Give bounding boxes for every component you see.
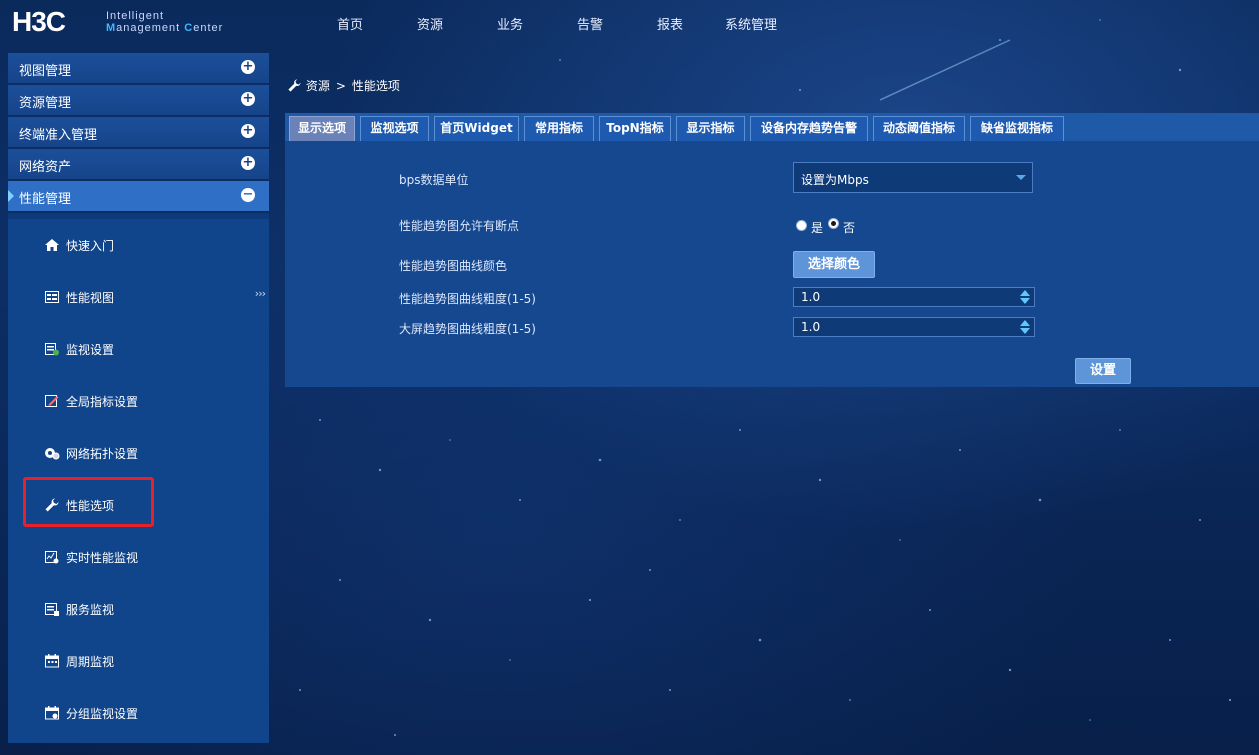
sidebar-item-label: 网络拓扑设置	[66, 447, 139, 461]
logo-line1: Intelligent	[106, 10, 165, 22]
sidebar-item-label: 监视设置	[66, 343, 115, 357]
curve-color-label: 性能趋势图曲线颜色	[399, 259, 508, 273]
breadcrumb-root[interactable]: 资源	[306, 79, 330, 93]
radio-yes[interactable]	[796, 220, 807, 231]
sidebar-section-assets[interactable]: 网络资产 +	[8, 149, 269, 181]
curve-width-label: 性能趋势图曲线粗度(1-5)	[399, 292, 536, 306]
sidebar: 视图管理 + 资源管理 + 终端准入管理 + 网络资产 + 性能管理 − 快速入…	[8, 53, 269, 743]
tab-default-monitor[interactable]: 缺省监视指标	[970, 116, 1064, 141]
spin-down-icon[interactable]	[1020, 328, 1030, 334]
tab-home-widget[interactable]: 首页Widget	[434, 116, 519, 141]
sidebar-section-label: 网络资产	[19, 160, 72, 175]
sidebar-item-label: 实时性能监视	[66, 551, 139, 565]
sidebar-section-view[interactable]: 视图管理 +	[8, 53, 269, 85]
service-icon	[45, 603, 59, 616]
logo-wordmark: H3C	[12, 6, 66, 37]
sidebar-section-label: 性能管理	[19, 192, 72, 207]
tab-topn-metrics[interactable]: TopN指标	[599, 116, 671, 141]
plus-icon[interactable]: +	[241, 156, 255, 170]
tab-common-metrics[interactable]: 常用指标	[524, 116, 594, 141]
logo-subtitle: Intelligent Management Center	[106, 10, 223, 34]
plus-icon[interactable]: +	[241, 92, 255, 106]
sidebar-section-label: 终端准入管理	[19, 128, 98, 143]
realtime-icon	[45, 551, 59, 564]
sidebar-item-group-monitor[interactable]: 分组监视设置	[8, 693, 269, 733]
sidebar-item-label: 性能视图	[66, 291, 115, 305]
spin-up-icon[interactable]	[1020, 320, 1030, 326]
sidebar-item-label: 分组监视设置	[66, 707, 139, 721]
breadcrumb-current: 性能选项	[351, 79, 400, 93]
view-icon	[45, 291, 59, 303]
sidebar-item-label: 服务监视	[66, 603, 115, 617]
sidebar-section-access[interactable]: 终端准入管理 +	[8, 117, 269, 149]
sidebar-section-label: 视图管理	[19, 64, 72, 79]
nav-home[interactable]: 首页	[337, 14, 363, 33]
sidebar-item-service[interactable]: 服务监视	[8, 589, 269, 629]
plus-icon[interactable]: +	[241, 60, 255, 74]
sidebar-section-performance[interactable]: 性能管理 −	[8, 181, 269, 213]
home-icon	[45, 239, 59, 251]
breadcrumb: 资源 > 性能选项	[287, 77, 400, 94]
active-caret-icon	[8, 190, 14, 202]
sidebar-item-label: 周期监视	[66, 655, 115, 669]
nav-alarms[interactable]: 告警	[577, 14, 603, 33]
sidebar-section-label: 资源管理	[19, 96, 72, 111]
plus-icon[interactable]: +	[241, 124, 255, 138]
sidebar-item-global-metrics[interactable]: 全局指标设置	[8, 381, 269, 421]
choose-color-button[interactable]: 选择颜色	[793, 251, 875, 278]
bigscreen-width-stepper[interactable]: 1.0	[793, 317, 1035, 337]
spin-up-icon[interactable]	[1020, 290, 1030, 296]
sidebar-item-realtime[interactable]: 实时性能监视	[8, 537, 269, 577]
wrench-icon	[288, 79, 301, 92]
sidebar-item-quickstart[interactable]: 快速入门	[8, 225, 269, 265]
sidebar-item-label: 全局指标设置	[66, 395, 139, 409]
curve-width-stepper[interactable]: 1.0	[793, 287, 1035, 307]
curve-width-value: 1.0	[801, 290, 821, 304]
tab-dynamic-threshold[interactable]: 动态阈值指标	[873, 116, 965, 141]
tab-display-options[interactable]: 显示选项	[289, 116, 355, 141]
sidebar-item-periodic[interactable]: 周期监视	[8, 641, 269, 681]
chevron-down-icon	[1016, 175, 1026, 180]
tab-monitor-options[interactable]: 监视选项	[360, 116, 429, 141]
performance-options-panel: 显示选项 监视选项 首页Widget 常用指标 TopN指标 显示指标 设备内存…	[285, 113, 1259, 387]
calendar-icon	[45, 654, 59, 668]
topology-icon	[45, 448, 60, 460]
nav-business[interactable]: 业务	[497, 14, 523, 33]
edit-icon	[45, 395, 59, 407]
bps-unit-select[interactable]: 设置为Mbps	[793, 162, 1033, 193]
group-calendar-icon	[45, 706, 59, 720]
radio-no-label: 否	[843, 221, 856, 235]
nav-reports[interactable]: 报表	[657, 14, 683, 33]
minus-icon[interactable]: −	[241, 188, 255, 202]
submit-button[interactable]: 设置	[1075, 358, 1131, 384]
tab-bar: 显示选项 监视选项 首页Widget 常用指标 TopN指标 显示指标 设备内存…	[285, 113, 1259, 141]
tab-display-metrics[interactable]: 显示指标	[676, 116, 745, 141]
expand-arrows-icon[interactable]: ›››	[255, 287, 266, 300]
tab-memory-trend-alarm[interactable]: 设备内存趋势告警	[750, 116, 868, 141]
nav-resources[interactable]: 资源	[417, 14, 443, 33]
sidebar-section-resource[interactable]: 资源管理 +	[8, 85, 269, 117]
spin-down-icon[interactable]	[1020, 298, 1030, 304]
logo-line2: Management Center	[106, 22, 224, 34]
radio-yes-label: 是	[811, 221, 824, 235]
radio-no[interactable]	[828, 218, 839, 229]
breakpoint-label: 性能趋势图允许有断点	[399, 219, 520, 233]
sidebar-item-perfview[interactable]: 性能视图 ›››	[8, 277, 269, 317]
sidebar-item-label: 快速入门	[66, 239, 115, 253]
bigscreen-width-label: 大屏趋势图曲线粗度(1-5)	[399, 322, 536, 336]
bigscreen-width-value: 1.0	[801, 320, 821, 334]
top-bar: H3C Intelligent Management Center 首页 资源 …	[0, 0, 1259, 50]
bps-unit-label: bps数据单位	[399, 173, 469, 187]
nav-system[interactable]: 系统管理	[725, 14, 777, 33]
highlight-annotation-box	[23, 477, 154, 527]
sidebar-item-topology[interactable]: 网络拓扑设置	[8, 433, 269, 473]
bps-unit-value: 设置为Mbps	[801, 173, 869, 187]
monitor-settings-icon	[45, 343, 59, 356]
breadcrumb-separator: >	[335, 79, 346, 93]
sidebar-item-monitor-settings[interactable]: 监视设置	[8, 329, 269, 369]
